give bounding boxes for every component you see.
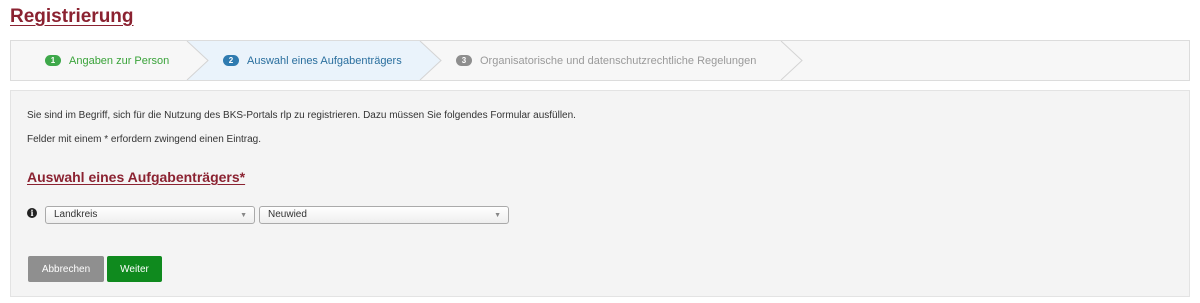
step-label: Angaben zur Person: [69, 54, 170, 67]
registration-wizard: 1 Angaben zur Person 2 Auswahl eines Auf…: [10, 40, 1190, 81]
authority-name-select[interactable]: Neuwied ▼: [259, 206, 509, 224]
cancel-button[interactable]: Abbrechen: [28, 256, 104, 282]
next-button[interactable]: Weiter: [107, 256, 162, 282]
intro-text: Sie sind im Begriff, sich für die Nutzun…: [27, 110, 576, 121]
required-fields-hint: Felder mit einem * erfordern zwingend ei…: [27, 134, 262, 145]
chevron-down-icon: ▼: [240, 212, 247, 219]
authority-type-select[interactable]: Landkreis ▼: [45, 206, 255, 224]
authority-name-value: Neuwied: [268, 209, 307, 220]
registration-form-panel: Sie sind im Begriff, sich für die Nutzun…: [10, 90, 1190, 297]
step-number-badge: 2: [223, 55, 239, 66]
wizard-step-personal-data[interactable]: 1 Angaben zur Person: [45, 41, 169, 80]
authority-type-value: Landkreis: [54, 209, 98, 220]
step-number-badge: 3: [456, 55, 472, 66]
info-icon[interactable]: i: [27, 208, 37, 218]
step-label: Organisatorische und datenschutzrechtlic…: [480, 54, 757, 67]
step-number-badge: 1: [45, 55, 61, 66]
wizard-step-select-authority[interactable]: 2 Auswahl eines Aufgabenträgers: [223, 41, 402, 80]
section-title: Auswahl eines Aufgabenträgers*: [27, 169, 246, 185]
wizard-step-regulations[interactable]: 3 Organisatorische und datenschutzrechtl…: [456, 41, 756, 80]
wizard-separator-3: [780, 41, 803, 80]
page-title: Registrierung: [10, 6, 134, 27]
step-label: Auswahl eines Aufgabenträgers: [247, 54, 402, 67]
chevron-down-icon: ▼: [494, 212, 501, 219]
